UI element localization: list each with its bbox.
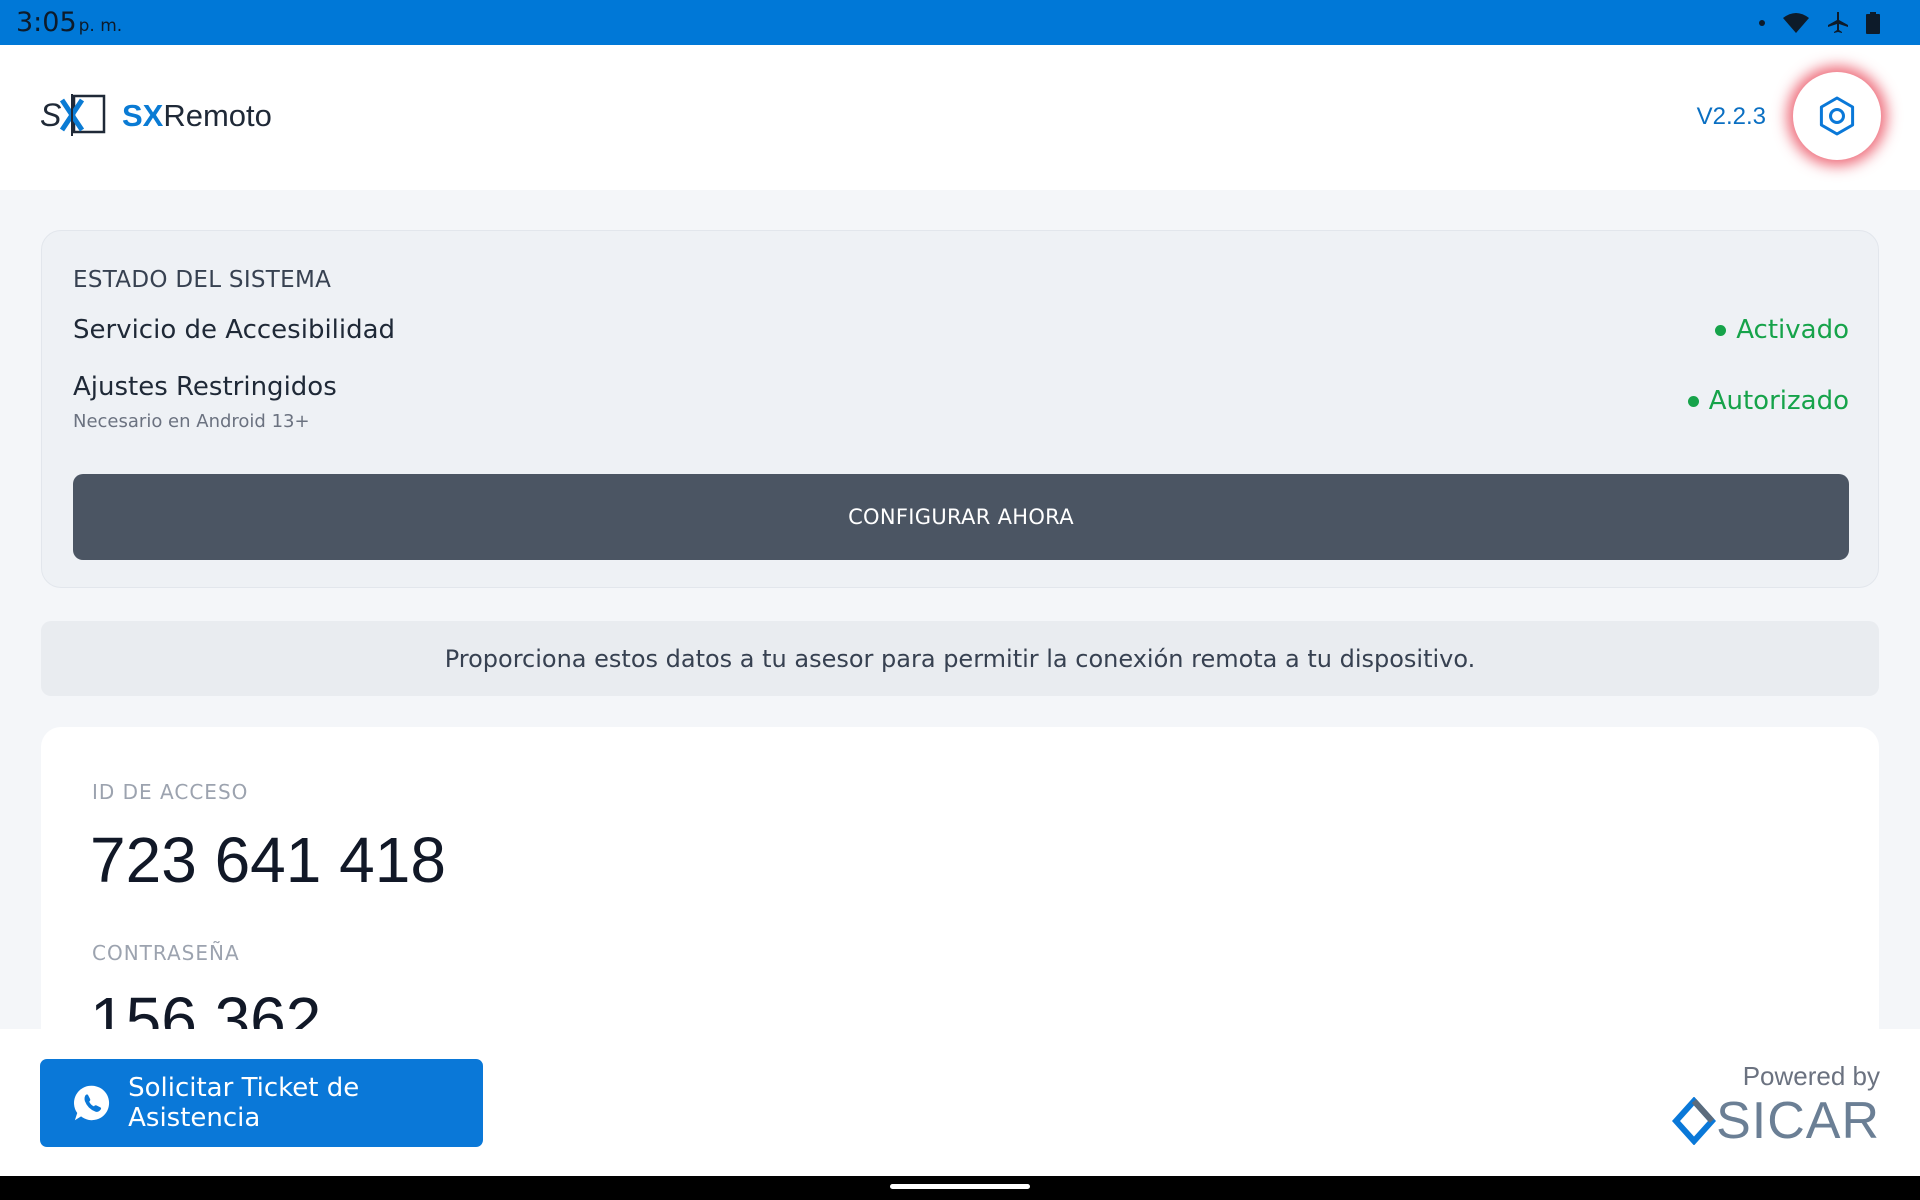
brand-sx: SX (122, 98, 164, 133)
configure-now-button[interactable]: CONFIGURAR AHORA (73, 474, 1849, 560)
whatsapp-icon (74, 1085, 110, 1121)
sicar-logo: SICAR (1672, 1091, 1880, 1151)
sicar-diamond-icon (1672, 1097, 1717, 1145)
system-status-card: ESTADO DEL SISTEMA Servicio de Accesibil… (41, 230, 1879, 588)
status-bar: 3:05 p. m. (0, 0, 1920, 45)
status-time: 3:05 p. m. (16, 8, 122, 41)
status-ampm: p. m. (78, 16, 123, 36)
restricted-settings-status: Autorizado (1687, 386, 1849, 416)
powered-by-text: Powered by (1742, 1061, 1880, 1091)
version-label: V2.2.3 (1696, 103, 1766, 130)
system-nav-bar (0, 1176, 1920, 1200)
status-dot-icon (1687, 395, 1699, 407)
status-dot-icon (1715, 324, 1727, 336)
info-text: Proporciona estos datos a tu asesor para… (444, 644, 1476, 673)
battery-icon (1866, 12, 1880, 34)
status-time-value: 3:05 (16, 7, 77, 38)
accessibility-service-label: Servicio de Accesibilidad (73, 315, 396, 345)
status-icons (1758, 11, 1880, 35)
svg-text:S: S (40, 97, 61, 133)
request-ticket-label: Solicitar Ticket de Asistencia (128, 1073, 360, 1133)
request-ticket-button[interactable]: Solicitar Ticket de Asistencia (40, 1059, 483, 1147)
access-id-label: ID DE ACCESO (92, 780, 249, 804)
access-id-value: 723 641 418 (90, 824, 446, 896)
dot-icon (1759, 20, 1765, 26)
password-label: CONTRASEÑA (92, 941, 240, 965)
sxremoto-logo: S (40, 94, 106, 136)
app-brand: SXRemoto (122, 98, 272, 134)
accessibility-service-status: Activado (1715, 315, 1849, 345)
powered-by-sicar: Powered by SICAR (1670, 1061, 1880, 1150)
brand-rest: Remoto (163, 98, 272, 133)
accessibility-service-value: Activado (1736, 315, 1849, 345)
restricted-settings-value: Autorizado (1708, 386, 1849, 416)
info-banner: Proporciona estos datos a tu asesor para… (41, 621, 1879, 696)
restricted-settings-sublabel: Necesario en Android 13+ (73, 411, 310, 432)
restricted-settings-label: Ajustes Restringidos (73, 372, 337, 402)
credentials-card: ID DE ACCESO 723 641 418 CONTRASEÑA 156 … (41, 727, 1879, 1057)
settings-button[interactable] (1793, 72, 1881, 160)
system-status-title: ESTADO DEL SISTEMA (73, 267, 332, 293)
bottom-bar: Solicitar Ticket de Asistencia Powered b… (0, 1029, 1920, 1176)
airplane-icon (1828, 12, 1848, 33)
wifi-icon (1783, 13, 1809, 33)
sicar-text: SICAR (1716, 1092, 1880, 1150)
gear-icon (1819, 96, 1855, 136)
nav-handle[interactable] (890, 1184, 1030, 1189)
app-header: S SXRemoto V2.2.3 (0, 45, 1920, 190)
